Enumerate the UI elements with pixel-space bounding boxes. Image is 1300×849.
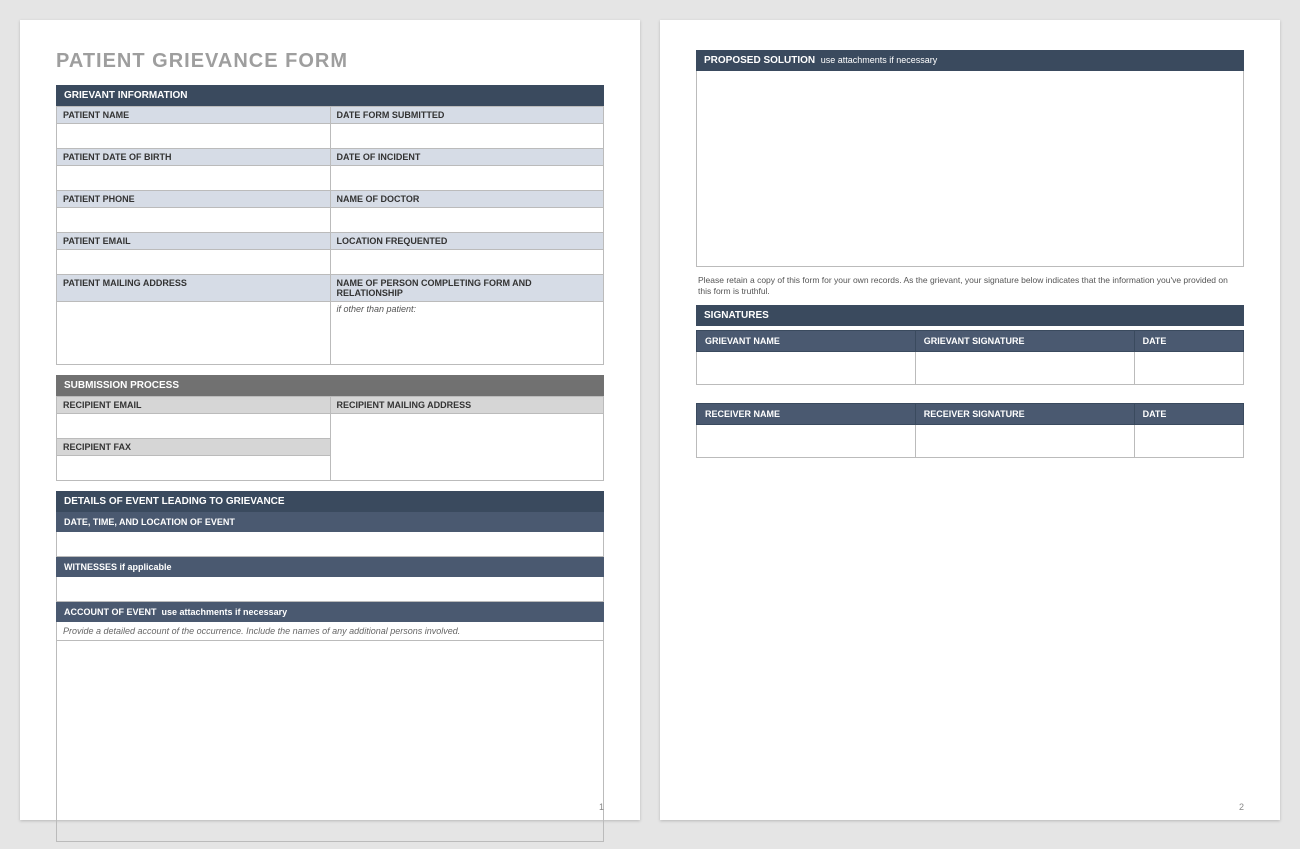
input-receiver-date[interactable] [1134,425,1243,458]
section-grievant-info: GRIEVANT INFORMATION [56,85,604,106]
label-recip-mailing: RECIPIENT MAILING ADDRESS [330,397,604,414]
grievant-sig-table: GRIEVANT NAME GRIEVANT SIGNATURE DATE [696,330,1244,385]
input-patient-email[interactable] [57,250,331,275]
input-date-incident[interactable] [330,166,604,191]
receiver-sig-table: RECEIVER NAME RECEIVER SIGNATURE DATE [696,403,1244,458]
label-patient-email: PATIENT EMAIL [57,233,331,250]
label-recip-email: RECIPIENT EMAIL [57,397,331,414]
head-grievant-name: GRIEVANT NAME [697,331,916,352]
proposed-sub: use attachments if necessary [821,55,938,65]
input-doctor[interactable] [330,208,604,233]
witnesses-text: WITNESSES [64,562,117,572]
account-hint: Provide a detailed account of the occurr… [56,622,604,641]
input-patient-dob[interactable] [57,166,331,191]
input-date-submitted[interactable] [330,124,604,149]
page-number-2: 2 [1239,802,1244,812]
account-text: ACCOUNT OF EVENT [64,607,157,617]
section-details: DETAILS OF EVENT LEADING TO GRIEVANCE [56,491,604,512]
label-completing: NAME OF PERSON COMPLETING FORM AND RELAT… [330,275,604,302]
input-grievant-name[interactable] [697,352,916,385]
input-account[interactable] [56,641,604,842]
label-patient-phone: PATIENT PHONE [57,191,331,208]
input-receiver-sig[interactable] [915,425,1134,458]
label-patient-name: PATIENT NAME [57,107,331,124]
label-mailing: PATIENT MAILING ADDRESS [57,275,331,302]
input-receiver-name[interactable] [697,425,916,458]
input-grievant-date[interactable] [1134,352,1243,385]
submission-table: RECIPIENT EMAILRECIPIENT MAILING ADDRESS… [56,396,604,481]
section-proposed: PROPOSED SOLUTION use attachments if nec… [696,50,1244,71]
form-title: PATIENT GRIEVANCE FORM [56,50,604,73]
head-receiver-name: RECEIVER NAME [697,404,916,425]
input-completing[interactable]: if other than patient: [330,302,604,365]
section-submission: SUBMISSION PROCESS [56,375,604,396]
input-date-time-loc[interactable] [56,532,604,557]
input-location[interactable] [330,250,604,275]
witnesses-sub: if applicable [120,562,172,572]
label-location: LOCATION FREQUENTED [330,233,604,250]
proposed-text: PROPOSED SOLUTION [704,55,815,66]
page-2: PROPOSED SOLUTION use attachments if nec… [660,20,1280,820]
head-grievant-sig: GRIEVANT SIGNATURE [915,331,1134,352]
page-number-1: 1 [599,802,604,812]
grievant-table: PATIENT NAMEDATE FORM SUBMITTED PATIENT … [56,106,604,365]
input-patient-phone[interactable] [57,208,331,233]
label-doctor: NAME OF DOCTOR [330,191,604,208]
input-recip-fax[interactable] [57,456,331,481]
head-grievant-date: DATE [1134,331,1243,352]
input-witnesses[interactable] [56,577,604,602]
label-witnesses: WITNESSES if applicable [56,557,604,577]
label-recip-fax: RECIPIENT FAX [57,439,331,456]
label-patient-dob: PATIENT DATE OF BIRTH [57,149,331,166]
input-recip-email[interactable] [57,414,331,439]
label-date-submitted: DATE FORM SUBMITTED [330,107,604,124]
input-recip-mailing[interactable] [330,414,604,481]
page-1: PATIENT GRIEVANCE FORM GRIEVANT INFORMAT… [20,20,640,820]
label-date-time-loc: DATE, TIME, AND LOCATION OF EVENT [56,512,604,532]
input-proposed[interactable] [696,71,1244,267]
disclaimer-text: Please retain a copy of this form for yo… [698,275,1242,297]
account-sub: use attachments if necessary [162,607,288,617]
section-signatures: SIGNATURES [696,305,1244,326]
label-date-incident: DATE OF INCIDENT [330,149,604,166]
label-account: ACCOUNT OF EVENT use attachments if nece… [56,602,604,622]
head-receiver-sig: RECEIVER SIGNATURE [915,404,1134,425]
input-mailing[interactable] [57,302,331,365]
input-patient-name[interactable] [57,124,331,149]
input-grievant-sig[interactable] [915,352,1134,385]
head-receiver-date: DATE [1134,404,1243,425]
